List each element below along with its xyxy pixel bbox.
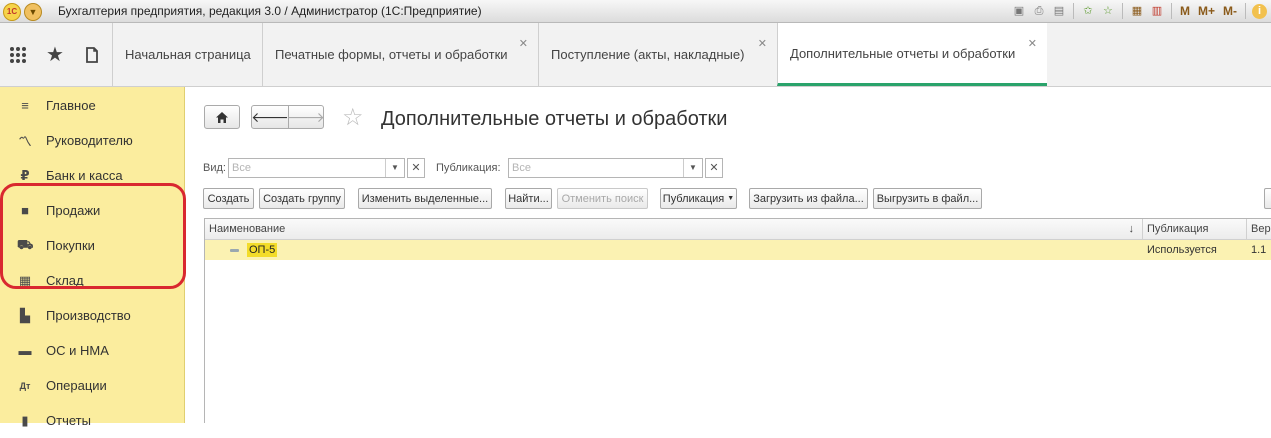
sidebar-item-label: Отчеты <box>46 413 91 428</box>
sidebar-item-label: Главное <box>46 98 96 113</box>
window-title: Бухгалтерия предприятия, редакция 3.0 / … <box>58 4 482 18</box>
close-icon[interactable]: ✕ <box>519 37 528 50</box>
create-button[interactable]: Создать <box>203 188 254 209</box>
tab-label: Дополнительные отчеты и обработки <box>790 45 1016 61</box>
sidebar-item-label: Операции <box>46 378 107 393</box>
publication-menu-button[interactable]: Публикация ▼ <box>660 188 737 209</box>
calendar-icon[interactable]: ▥ <box>1149 3 1165 19</box>
factory-icon: ▙ <box>20 307 30 323</box>
tab-receipts[interactable]: Поступление (акты, накладные) ✕ <box>538 23 777 86</box>
load-from-file-button[interactable]: Загрузить из файла... <box>749 188 868 209</box>
find-button[interactable]: Найти... <box>505 188 552 209</box>
favorites-star-icon[interactable]: ★ <box>37 23 73 86</box>
toolbar-divider <box>1170 3 1172 19</box>
item-marker-icon <box>230 249 239 252</box>
table-row[interactable]: ОП-5 Используется 1.1 <box>205 240 1271 260</box>
main-content: 🡐 🡒 ☆ Дополнительные отчеты и обработки … <box>185 87 1271 423</box>
vid-clear-button[interactable]: ✕ <box>407 158 425 178</box>
tab-additional-reports[interactable]: Дополнительные отчеты и обработки ✕ <box>777 23 1047 86</box>
tab-print-forms[interactable]: Печатные формы, отчеты и обработки ✕ <box>262 23 538 86</box>
publication-menu-label: Публикация <box>662 192 725 205</box>
close-icon[interactable]: ✕ <box>1028 37 1037 50</box>
publication-filter-field[interactable]: Все ▼ <box>508 158 703 178</box>
ruble-coin-icon: ₽ <box>20 167 30 183</box>
home-button[interactable] <box>204 105 240 129</box>
forward-button[interactable]: 🡒 <box>287 105 325 129</box>
sidebar-item-fixed-assets[interactable]: ▬ ОС и НМА <box>0 333 184 368</box>
favorites-icon[interactable]: ☆ <box>1100 3 1116 19</box>
dropdown-arrow-icon: ▼ <box>727 195 735 202</box>
calculator-icon[interactable]: ▦ <box>1129 3 1145 19</box>
print-icon[interactable]: ⎙ <box>1031 3 1047 19</box>
sidebar-item-manager[interactable]: 〽 Руководителю <box>0 123 184 158</box>
main-menu-button[interactable]: ▼ <box>24 3 42 21</box>
add-to-favorites-star-icon[interactable]: ☆ <box>342 106 364 130</box>
vid-filter-field[interactable]: Все ▼ <box>228 158 405 178</box>
publication-filter-label: Публикация: <box>436 162 501 174</box>
tab-home[interactable]: Начальная страница <box>112 23 262 86</box>
tab-label: Начальная страница <box>125 47 251 62</box>
sidebar-item-label: Руководителю <box>46 133 133 148</box>
sidebar-item-reports[interactable]: ▮ Отчеты <box>0 403 184 438</box>
row-version-cell: 1.1 <box>1251 244 1267 256</box>
sidebar-item-operations[interactable]: Дт Операции <box>0 368 184 403</box>
favorites-add-icon[interactable]: ✩ <box>1080 3 1096 19</box>
tab-label: Печатные формы, отчеты и обработки <box>275 47 508 62</box>
sidebar-item-label: ОС и НМА <box>46 343 109 358</box>
arrow-right-icon: 🡒 <box>287 108 325 125</box>
annotation-highlight <box>0 183 186 289</box>
cancel-search-button[interactable]: Отменить поиск <box>557 188 648 209</box>
tabs: Начальная страница Печатные формы, отчет… <box>112 23 1047 86</box>
reports-table: Наименование ↓ Публикация Вер ОП-5 Испол… <box>204 218 1271 423</box>
vid-filter-label: Вид: <box>203 162 226 174</box>
page-title: Дополнительные отчеты и обработки <box>381 108 728 130</box>
dropdown-arrow-icon[interactable]: ▼ <box>385 159 404 177</box>
toolbar-divider <box>1245 3 1246 19</box>
titlebar-tools: ▣ ⎙ ▤ ✩ ☆ ▦ ▥ M M+ M- i <box>1011 2 1267 20</box>
create-group-button[interactable]: Создать группу <box>259 188 345 209</box>
toolbar-divider <box>1072 3 1074 19</box>
memory-m-minus-button[interactable]: M- <box>1221 4 1239 18</box>
change-selected-button[interactable]: Изменить выделенные... <box>358 188 492 209</box>
sort-down-icon: ↓ <box>1128 223 1135 235</box>
tab-bar: ★ Начальная страница Печатные формы, отч… <box>0 23 1271 87</box>
publication-filter-placeholder: Все <box>512 162 531 174</box>
save-icon[interactable]: ▣ <box>1011 3 1027 19</box>
vid-filter-placeholder: Все <box>232 162 251 174</box>
sidebar-item-production[interactable]: ▙ Производство <box>0 298 184 333</box>
window-titlebar: 1С ▼ Бухгалтерия предприятия, редакция 3… <box>0 0 1271 23</box>
publication-clear-button[interactable]: ✕ <box>705 158 723 178</box>
app-logo-icon: 1С <box>3 3 21 21</box>
save-to-file-button[interactable]: Выгрузить в файл... <box>873 188 982 209</box>
sidebar-item-main[interactable]: ≡ Главное <box>0 88 184 123</box>
menu-lines-icon: ≡ <box>21 98 29 113</box>
toolbar-divider <box>1121 3 1123 19</box>
column-header-version[interactable]: Вер <box>1247 219 1271 239</box>
trend-chart-icon: 〽 <box>18 134 32 149</box>
table-header: Наименование ↓ Публикация Вер <box>205 219 1271 240</box>
back-button[interactable]: 🡐 <box>251 105 289 129</box>
more-actions-button[interactable] <box>1264 188 1271 209</box>
report-icon: ▮ <box>21 412 29 428</box>
tab-label: Поступление (акты, накладные) <box>551 47 745 62</box>
info-icon[interactable]: i <box>1252 3 1267 19</box>
home-icon <box>216 111 228 123</box>
sidebar-item-label: Банк и касса <box>46 168 123 183</box>
memory-m-plus-button[interactable]: M+ <box>1196 4 1217 18</box>
dropdown-arrow-icon[interactable]: ▼ <box>683 159 702 177</box>
memory-m-button[interactable]: M <box>1178 4 1192 18</box>
dt-kt-icon: Дт <box>19 380 31 391</box>
sidebar-item-label: Производство <box>46 308 131 323</box>
column-header-label: Наименование <box>209 223 286 235</box>
preview-icon[interactable]: ▤ <box>1051 3 1067 19</box>
history-icon[interactable] <box>74 23 110 86</box>
truck-icon: ▬ <box>18 343 32 358</box>
arrow-left-icon: 🡐 <box>251 108 289 125</box>
apps-grid-icon[interactable] <box>0 23 36 86</box>
row-publication-cell: Используется <box>1147 244 1217 256</box>
close-icon[interactable]: ✕ <box>758 37 767 50</box>
column-header-name[interactable]: Наименование ↓ <box>205 219 1143 239</box>
column-header-publication[interactable]: Публикация <box>1143 219 1247 239</box>
row-name-cell: ОП-5 <box>247 243 278 257</box>
